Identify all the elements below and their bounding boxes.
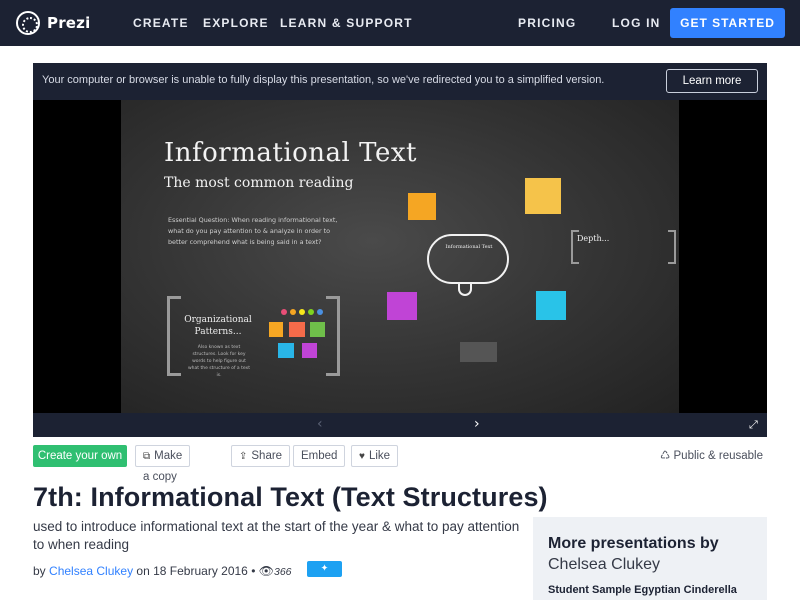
by-label: by: [33, 564, 46, 578]
get-started-button[interactable]: GET STARTED: [670, 8, 785, 38]
more-presentation-item[interactable]: Student Sample Egyptian Cinderella: [548, 584, 737, 596]
recycle-icon: ♺: [660, 450, 671, 462]
eye-icon: 👁: [258, 564, 274, 578]
sticky-note: [278, 343, 294, 358]
slide-canvas[interactable]: Informational Text The most common readi…: [121, 100, 679, 413]
cloud-title: Informational Text: [445, 244, 493, 250]
sticky-note: [289, 322, 305, 337]
banner-text: Your computer or browser is unable to fu…: [42, 74, 605, 86]
twitter-icon: ✦: [320, 563, 329, 574]
depth-bracket-right: [668, 230, 676, 264]
like-label: Like: [368, 450, 391, 462]
top-nav: Prezi CREATE EXPLORE LEARN & SUPPORT PRI…: [0, 0, 800, 46]
presentation-description: used to introduce informational text at …: [33, 519, 520, 552]
copy-icon: ⧉: [143, 451, 151, 462]
share-label: Share: [251, 450, 283, 462]
fullscreen-icon[interactable]: ⤢: [749, 418, 758, 432]
sticky-note: [387, 292, 417, 320]
nav-explore[interactable]: EXPLORE: [203, 0, 269, 46]
thought-cloud-tail: [458, 284, 472, 296]
make-copy-button[interactable]: ⧉ Make a copy: [135, 445, 191, 483]
more-presentations-title: More presentations by: [548, 535, 719, 552]
slide-subtitle: The most common reading: [164, 175, 354, 191]
nav-pricing[interactable]: PRICING: [518, 0, 576, 46]
color-dots-decoration: [281, 309, 331, 315]
grey-note: [460, 342, 497, 362]
slide-title: Informational Text: [164, 138, 417, 168]
view-count: 366: [273, 566, 292, 578]
player-controls: ‹ › ⤢: [33, 413, 767, 437]
byline: by Chelsea Clukey on 18 February 2016 • …: [33, 564, 292, 578]
more-presentations-author[interactable]: Chelsea Clukey: [548, 556, 660, 574]
tweet-button[interactable]: ✦ Tweet: [307, 561, 342, 590]
simplified-version-banner: Your computer or browser is unable to fu…: [33, 63, 767, 100]
organizational-patterns-title: Organizational Patterns...: [184, 315, 252, 337]
heart-icon: ♥: [359, 451, 365, 462]
author-link[interactable]: Chelsea Clukey: [49, 564, 133, 578]
presentation-title: 7th: Informational Text (Text Structures…: [33, 482, 548, 512]
bullet-separator: •: [251, 564, 256, 578]
public-reusable-label: ♺ Public & reusable: [660, 448, 763, 462]
nav-create[interactable]: CREATE: [133, 0, 189, 46]
next-icon[interactable]: ›: [474, 416, 480, 432]
sticky-note: [408, 193, 436, 220]
depth-title: Depth...: [577, 234, 610, 243]
tweet-label: Tweet: [311, 579, 338, 590]
nav-learn-support[interactable]: LEARN & SUPPORT: [280, 0, 413, 46]
create-your-own-button[interactable]: Create your own: [33, 445, 127, 467]
public-reusable-text: Public & reusable: [673, 450, 764, 462]
organizational-patterns-text: Also known as text structures. Look for …: [188, 345, 250, 378]
prezi-logo-icon: [16, 11, 40, 35]
date-prefix: on: [136, 564, 150, 578]
more-presentations-panel: More presentations by Chelsea Clukey Stu…: [533, 517, 767, 600]
learn-more-button[interactable]: Learn more: [666, 69, 758, 93]
sticky-note: [302, 343, 317, 358]
like-button[interactable]: ♥ Like: [351, 445, 399, 467]
essential-question: Essential Question: When reading informa…: [168, 216, 338, 246]
sticky-note: [525, 178, 561, 214]
thought-cloud-shape: [427, 234, 509, 284]
nav-login[interactable]: LOG IN: [612, 0, 661, 46]
prezi-logo[interactable]: Prezi: [16, 10, 90, 36]
logo-text: Prezi: [47, 14, 91, 32]
sticky-note: [310, 322, 325, 337]
bracket-left-decoration: [167, 296, 181, 376]
share-button[interactable]: ⇪ Share: [231, 445, 291, 467]
previous-icon[interactable]: ‹: [317, 416, 323, 432]
sticky-note: [269, 322, 283, 337]
bracket-right-decoration: [326, 296, 340, 376]
share-icon: ⇪: [239, 451, 248, 462]
sticky-note: [536, 291, 566, 320]
publish-date: 18 February 2016: [153, 564, 248, 578]
presentation-player: Your computer or browser is unable to fu…: [33, 63, 767, 437]
embed-button[interactable]: Embed: [293, 445, 346, 467]
